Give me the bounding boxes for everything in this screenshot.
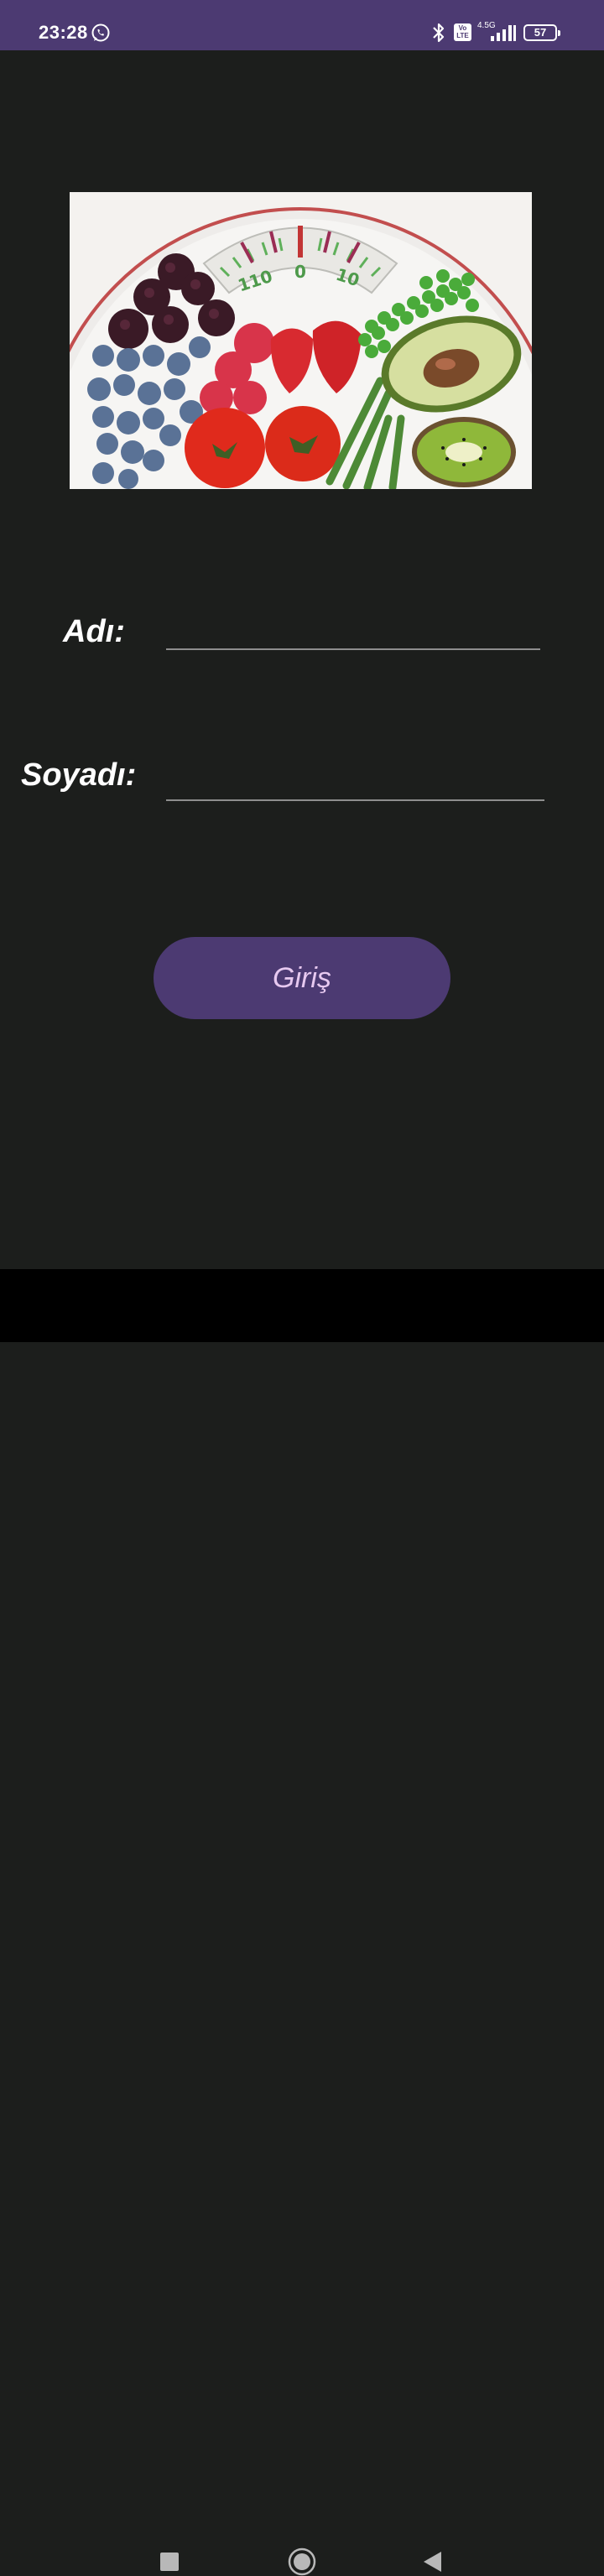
bluetooth-icon — [433, 23, 445, 43]
first-name-underline — [166, 648, 540, 650]
login-button[interactable]: Giriş — [154, 937, 450, 1019]
home-circle-icon[interactable] — [288, 2547, 316, 2576]
food-plate-illustration: 110 0 10 — [70, 192, 532, 489]
recents-square-icon[interactable] — [160, 2553, 179, 2571]
status-bar: 23:28 Vo LTE 4.5G 57 — [0, 0, 604, 50]
last-name-underline — [166, 799, 544, 801]
navigation-bar — [0, 1269, 604, 2576]
healthy-food-scale-image: 110 0 10 — [70, 192, 532, 489]
first-name-label: Adı: — [63, 614, 125, 649]
back-triangle-icon[interactable] — [423, 2551, 443, 2573]
volte-icon: Vo LTE — [454, 23, 471, 41]
first-name-input[interactable] — [166, 602, 544, 648]
whatsapp-icon — [91, 23, 110, 42]
status-time: 23:28 — [39, 22, 88, 43]
last-name-label: Soyadı: — [21, 757, 137, 793]
battery-icon: 57 — [523, 24, 560, 41]
scale-mark-center: 0 — [294, 262, 306, 282]
signal-icon — [491, 25, 516, 41]
last-name-input[interactable] — [166, 753, 548, 799]
